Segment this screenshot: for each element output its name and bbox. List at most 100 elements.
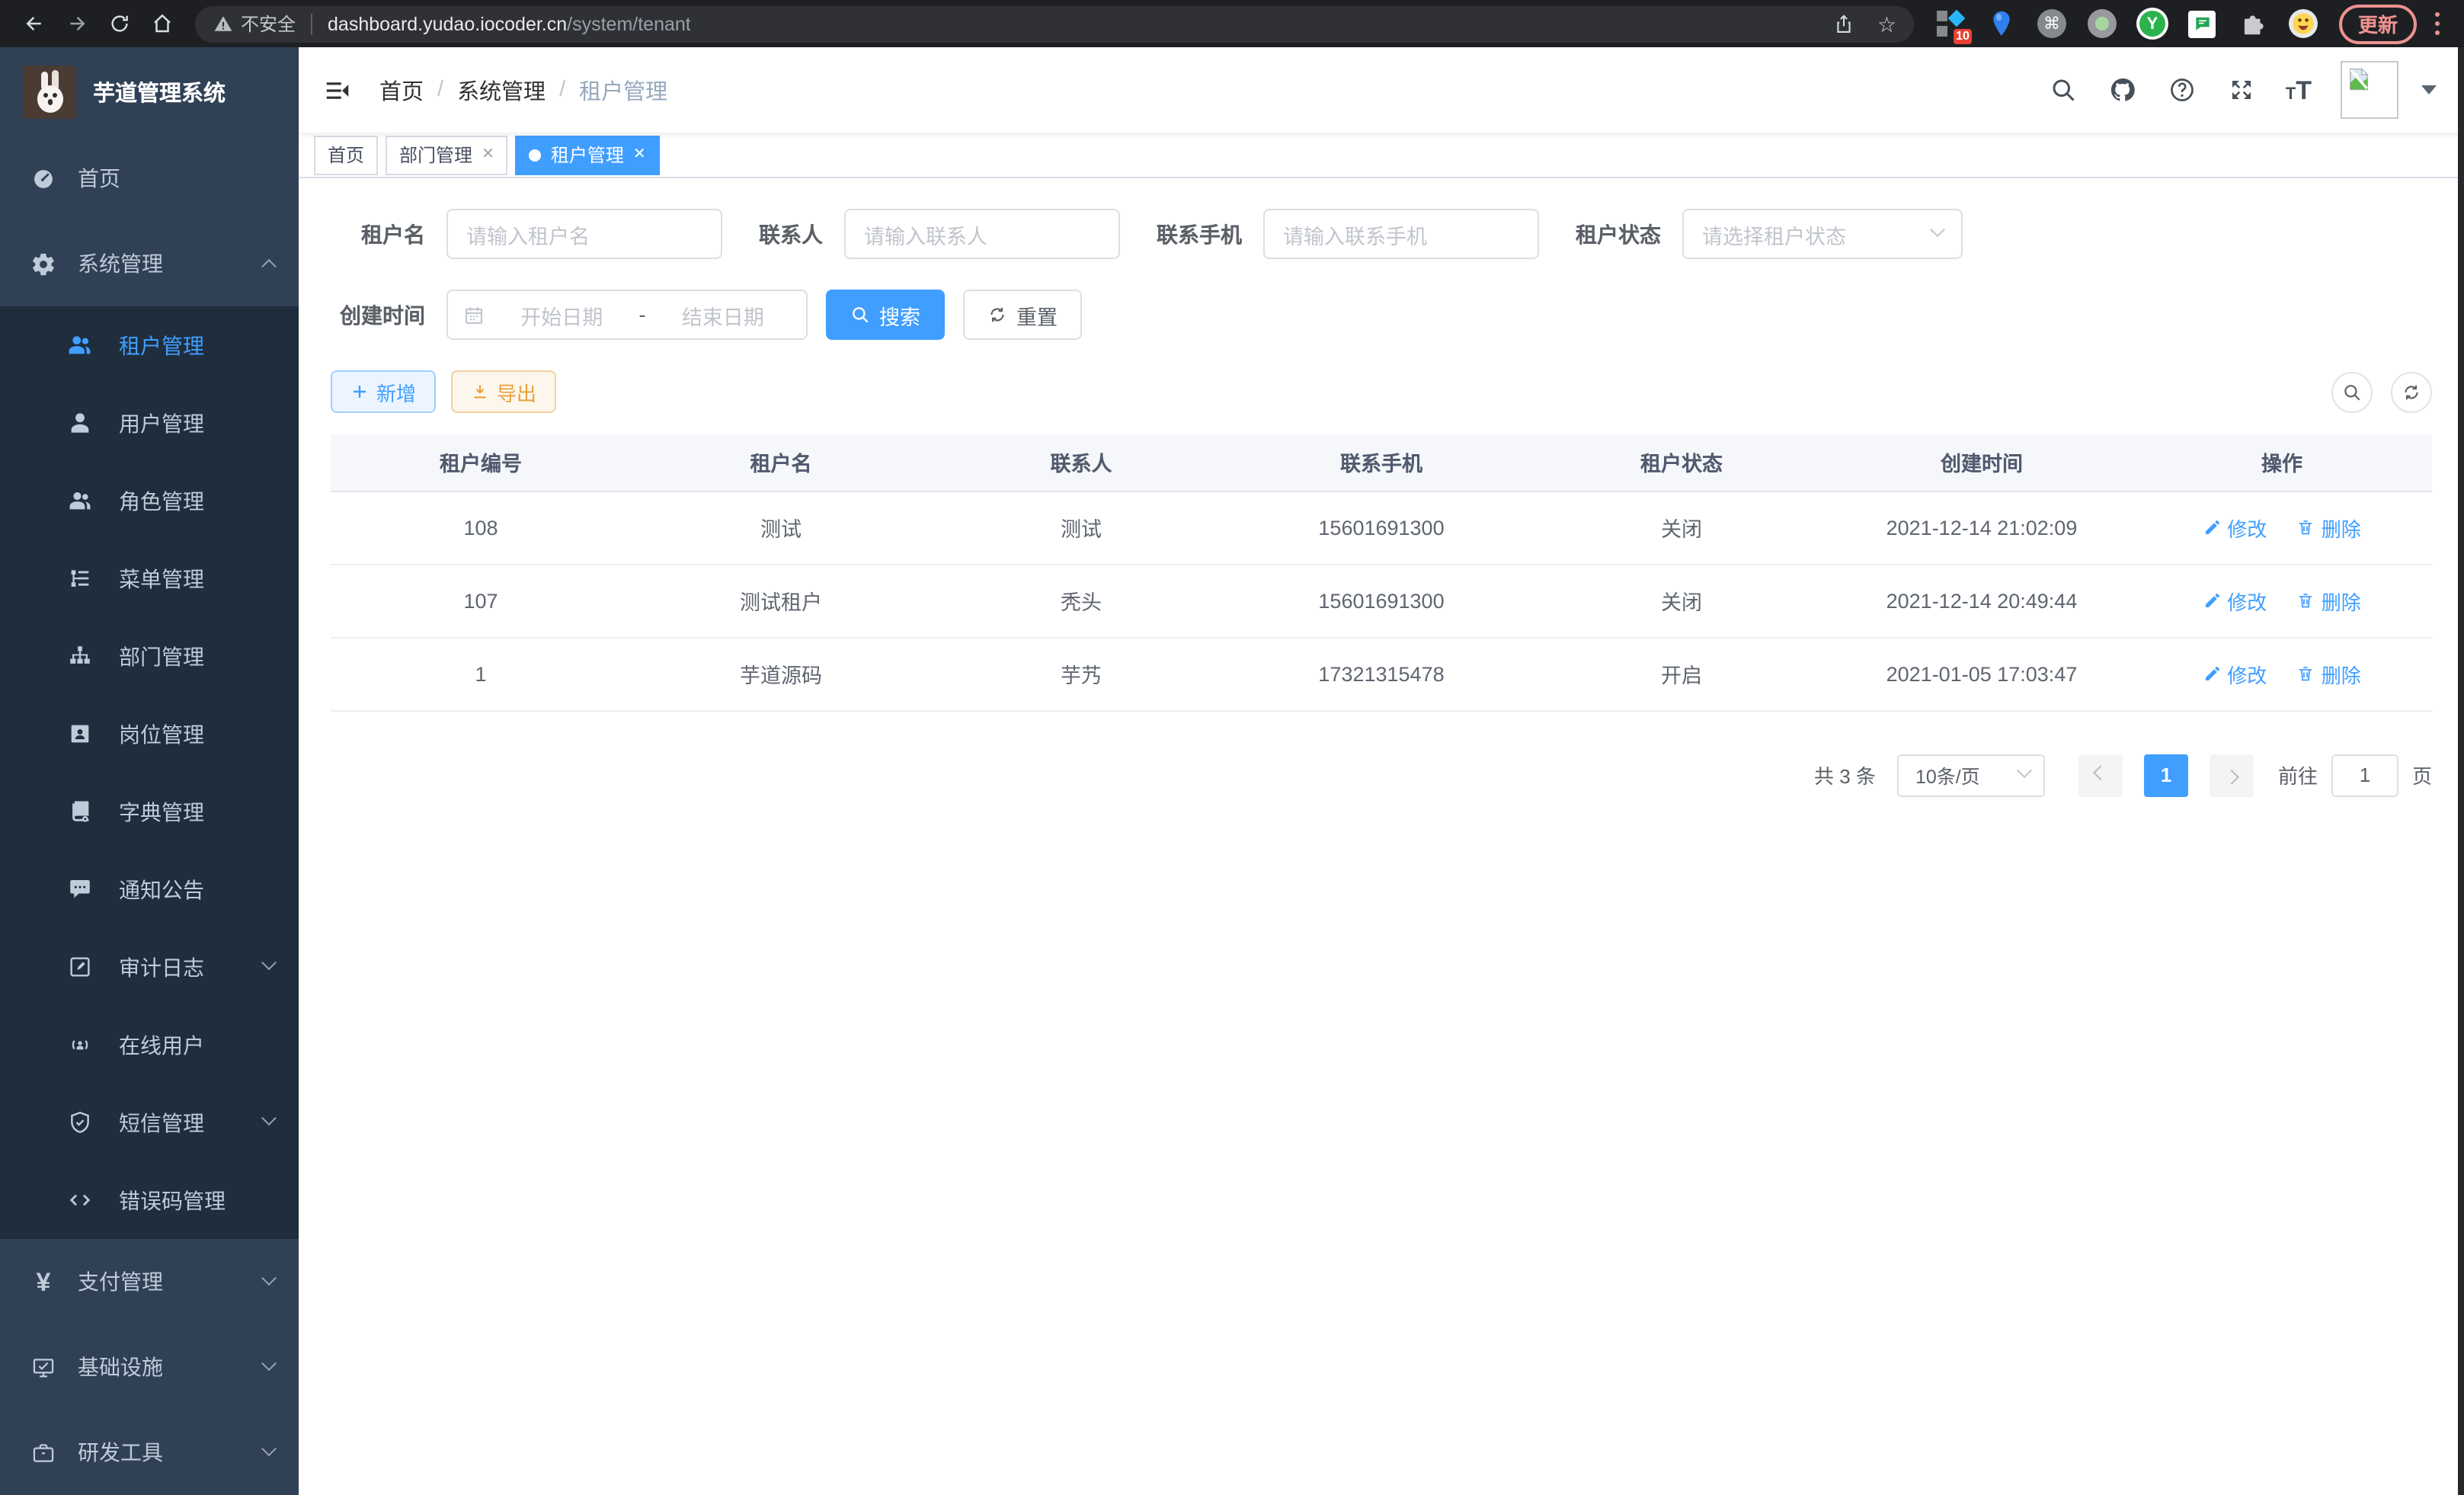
goto-page-input[interactable]: 1 xyxy=(2331,754,2398,796)
sidebar-item-menu[interactable]: 菜单管理 xyxy=(0,539,299,617)
page-number-1[interactable]: 1 xyxy=(2144,754,2188,796)
prev-page-button[interactable] xyxy=(2078,754,2123,796)
extension-pin[interactable] xyxy=(1986,8,2017,39)
extensions-puzzle-button[interactable] xyxy=(2238,8,2268,39)
close-icon[interactable]: ✕ xyxy=(482,147,494,162)
header-actions: TT xyxy=(2048,61,2437,119)
menu-tree-icon xyxy=(67,565,93,591)
sidebar-item-error-code[interactable]: 错误码管理 xyxy=(0,1161,299,1239)
refresh-icon xyxy=(2402,382,2421,402)
extension-grid-badge[interactable]: 10 xyxy=(1936,8,1966,39)
extension-recorder[interactable] xyxy=(2087,8,2117,39)
avatar[interactable] xyxy=(2341,61,2398,119)
bookmark-button[interactable]: ☆ xyxy=(1877,13,1896,34)
header: 首页 / 系统管理 / 租户管理 xyxy=(299,47,2464,133)
cell-tenant-name: 测试 xyxy=(631,491,931,564)
app-logo[interactable]: 芋道管理系统 xyxy=(0,47,299,136)
pencil-icon xyxy=(2203,591,2221,610)
security-indicator[interactable]: 不安全 xyxy=(213,11,296,37)
sidebar-item-online-users[interactable]: 在线用户 xyxy=(0,1006,299,1084)
contact-input[interactable]: 请输入联系人 xyxy=(844,209,1120,259)
date-range-picker[interactable]: 开始日期 - 结束日期 xyxy=(446,290,808,340)
tab-home[interactable]: 首页 xyxy=(314,135,378,174)
sidebar-item-user[interactable]: 用户管理 xyxy=(0,384,299,462)
browser-update-button[interactable]: 更新 xyxy=(2340,4,2416,43)
sidebar-item-dict[interactable]: 字典管理 xyxy=(0,773,299,850)
extension-command[interactable]: ⌘ xyxy=(2037,8,2067,39)
breadcrumb-item-home[interactable]: 首页 xyxy=(379,74,424,106)
tab-tenant[interactable]: 租户管理 ✕ xyxy=(516,135,660,174)
font-size-button[interactable]: TT xyxy=(2286,77,2312,103)
sidebar-collapse-button[interactable] xyxy=(320,73,354,107)
sidebar-item-system[interactable]: 系统管理 xyxy=(0,221,299,306)
edit-log-icon xyxy=(67,954,93,980)
delete-link[interactable]: 删除 xyxy=(2297,513,2361,542)
sidebar-item-post[interactable]: 岗位管理 xyxy=(0,695,299,773)
window-scrollbar[interactable] xyxy=(2458,47,2464,1495)
browser-home-button[interactable] xyxy=(143,5,180,42)
sidebar-item-label: 租户管理 xyxy=(119,330,204,360)
sidebar-item-role[interactable]: 角色管理 xyxy=(0,462,299,539)
browser-reload-button[interactable] xyxy=(101,5,137,42)
fullscreen-button[interactable] xyxy=(2226,75,2257,105)
sidebar-item-sms[interactable]: 短信管理 xyxy=(0,1084,299,1161)
sidebar-item-label: 短信管理 xyxy=(119,1107,204,1138)
browser-back-button[interactable] xyxy=(15,5,52,42)
cell-actions: 修改 删除 xyxy=(2132,491,2432,564)
edit-link[interactable]: 修改 xyxy=(2203,586,2267,615)
browser-menu-button[interactable] xyxy=(2425,12,2449,36)
avatar-menu-button[interactable] xyxy=(2421,85,2437,94)
extension-chat[interactable] xyxy=(2187,8,2218,39)
page-size-select[interactable]: 10条/页 xyxy=(1897,754,2045,796)
sidebar-item-devtools[interactable]: 研发工具 xyxy=(0,1410,299,1495)
question-circle-icon xyxy=(2168,76,2196,104)
sidebar-item-notice[interactable]: 通知公告 xyxy=(0,850,299,928)
mobile-input[interactable]: 请输入联系手机 xyxy=(1263,209,1539,259)
sidebar-item-payment[interactable]: ¥ 支付管理 xyxy=(0,1239,299,1324)
gear-icon xyxy=(30,251,56,277)
sidebar-item-dept[interactable]: 部门管理 xyxy=(0,617,299,695)
github-button[interactable] xyxy=(2107,75,2138,105)
reset-button[interactable]: 重置 xyxy=(963,290,1082,340)
col-contact: 联系人 xyxy=(931,434,1231,491)
next-page-button[interactable] xyxy=(2210,754,2254,796)
tenant-page: 租户名 请输入租户名 联系人 请输入联系人 联系手机 请输入联系手机 租户状态 xyxy=(299,178,2464,1495)
tenant-name-input[interactable]: 请输入租户名 xyxy=(446,209,722,259)
cell-actions: 修改 删除 xyxy=(2132,564,2432,637)
breadcrumb-item-system[interactable]: 系统管理 xyxy=(457,74,546,106)
browser-forward-button[interactable] xyxy=(58,5,94,42)
extension-y-app[interactable]: Y xyxy=(2137,8,2168,39)
sidebar-item-audit-log[interactable]: 审计日志 xyxy=(0,928,299,1006)
url-path: /system/tenant xyxy=(567,13,691,34)
add-button[interactable]: 新增 xyxy=(331,370,436,413)
export-button[interactable]: 导出 xyxy=(451,370,556,413)
cell-created: 2021-12-14 21:02:09 xyxy=(1832,491,2132,564)
tab-dept[interactable]: 部门管理 ✕ xyxy=(386,135,508,174)
sidebar-item-infra[interactable]: 基础设施 xyxy=(0,1324,299,1410)
search-button[interactable]: 搜索 xyxy=(826,290,945,340)
url-host: dashboard.yudao.iocoder.cn xyxy=(328,13,567,34)
delete-link[interactable]: 删除 xyxy=(2297,586,2361,615)
refresh-table-button[interactable] xyxy=(2391,371,2432,412)
sidebar-item-home[interactable]: 首页 xyxy=(0,136,299,221)
status-select[interactable]: 请选择租户状态 xyxy=(1682,209,1963,259)
dictionary-book-icon xyxy=(67,799,93,824)
edit-link[interactable]: 修改 xyxy=(2203,513,2267,542)
chevron-down-icon xyxy=(261,1440,277,1455)
help-button[interactable] xyxy=(2167,75,2197,105)
delete-link[interactable]: 删除 xyxy=(2297,659,2361,688)
sidebar-item-label: 字典管理 xyxy=(119,796,204,827)
sidebar: 芋道管理系统 首页 系统管理 xyxy=(0,47,299,1495)
sidebar-item-tenant[interactable]: 租户管理 xyxy=(0,306,299,384)
close-icon[interactable]: ✕ xyxy=(633,147,646,162)
tab-label: 部门管理 xyxy=(399,142,472,168)
extension-emoji[interactable] xyxy=(2288,8,2318,39)
header-search-button[interactable] xyxy=(2048,75,2078,105)
chevron-right-icon xyxy=(2224,770,2239,785)
url-text: dashboard.yudao.iocoder.cn/system/tenant xyxy=(328,13,691,34)
address-bar[interactable]: 不安全 dashboard.yudao.iocoder.cn/system/te… xyxy=(195,5,1915,42)
share-button[interactable] xyxy=(1833,13,1854,34)
cell-created: 2021-01-05 17:03:47 xyxy=(1832,637,2132,710)
edit-link[interactable]: 修改 xyxy=(2203,659,2267,688)
show-search-toggle-button[interactable] xyxy=(2331,371,2373,412)
